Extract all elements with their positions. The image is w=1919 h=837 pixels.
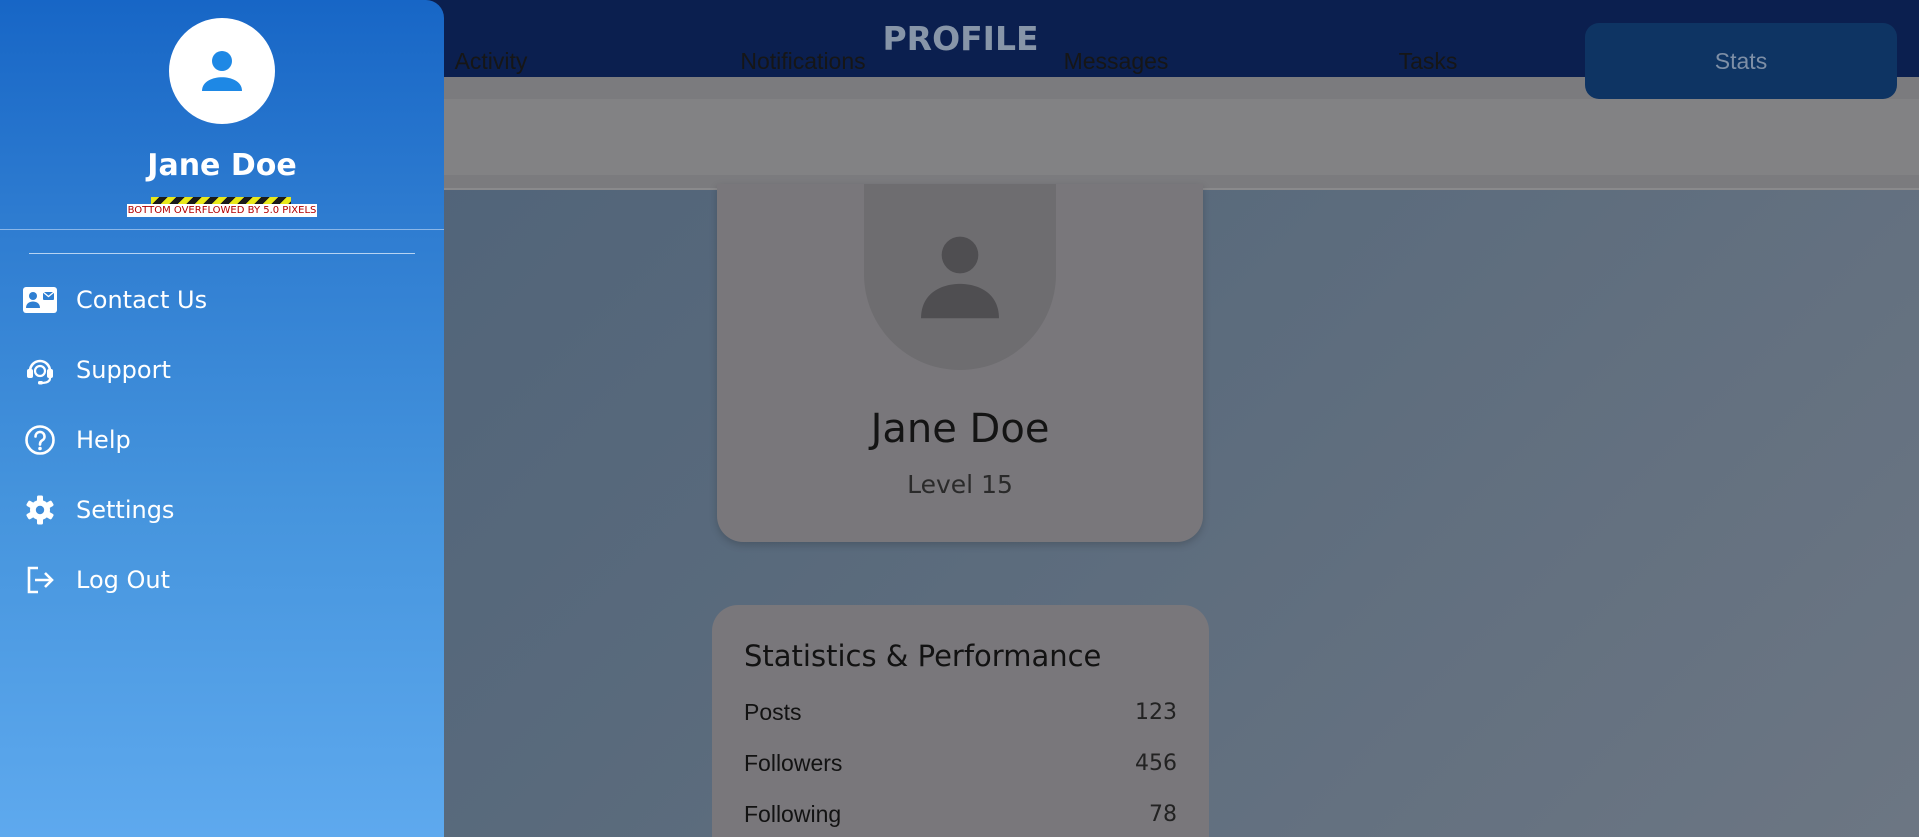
stat-label: Posts [744, 698, 802, 725]
menu-item-support[interactable]: Support [0, 342, 444, 398]
overflow-indicator-stripe [151, 197, 291, 204]
contact-card-icon [22, 284, 58, 316]
stats-title: Statistics & Performance [744, 639, 1102, 673]
gear-icon [22, 494, 58, 526]
stat-label: Following [744, 800, 842, 827]
profile-card: Jane Doe Level 15 [717, 184, 1203, 542]
tab-notifications[interactable]: Notifications [647, 23, 959, 99]
profile-avatar [864, 184, 1056, 370]
tab-messages[interactable]: Messages [960, 23, 1272, 99]
person-icon [921, 236, 999, 319]
menu-item-label: Contact Us [76, 286, 208, 314]
overflow-warning: BOTTOM OVERFLOWED BY 5.0 PIXELS [127, 204, 317, 217]
menu-item-log-out[interactable]: Log Out [0, 552, 444, 608]
stat-value: 123 [1135, 699, 1177, 725]
help-circle-icon [22, 424, 58, 456]
profile-name: Jane Doe [870, 406, 1050, 452]
menu-item-label: Support [76, 356, 171, 384]
tab-stats[interactable]: Stats [1585, 23, 1897, 99]
person-icon [202, 51, 242, 91]
menu-item-contact-us[interactable]: Contact Us [0, 272, 444, 328]
profile-level: Level 15 [907, 470, 1013, 499]
menu-item-label: Settings [76, 496, 175, 524]
drawer-header: Jane Doe BOTTOM OVERFLOWED BY 5.0 PIXELS [0, 0, 444, 230]
logout-icon [22, 564, 58, 596]
drawer-user-name: Jane Doe [147, 148, 297, 183]
stats-card: Statistics & Performance Posts 123 Follo… [712, 605, 1209, 837]
drawer-divider [29, 253, 415, 254]
menu-item-label: Log Out [76, 566, 171, 594]
support-headset-icon [22, 354, 58, 386]
stat-label: Followers [744, 749, 843, 776]
stat-row-posts: Posts 123 [744, 697, 1177, 727]
menu-item-settings[interactable]: Settings [0, 482, 444, 538]
stat-row-followers: Followers 456 [744, 748, 1177, 778]
menu-item-help[interactable]: Help [0, 412, 444, 468]
stat-value: 78 [1149, 801, 1177, 827]
stat-value: 456 [1135, 750, 1177, 776]
drawer-avatar[interactable] [169, 18, 275, 124]
menu-item-label: Help [76, 426, 131, 454]
tab-tasks[interactable]: Tasks [1272, 23, 1584, 99]
navigation-drawer: Jane Doe BOTTOM OVERFLOWED BY 5.0 PIXELS… [0, 0, 444, 837]
stat-row-following: Following 78 [744, 799, 1177, 829]
